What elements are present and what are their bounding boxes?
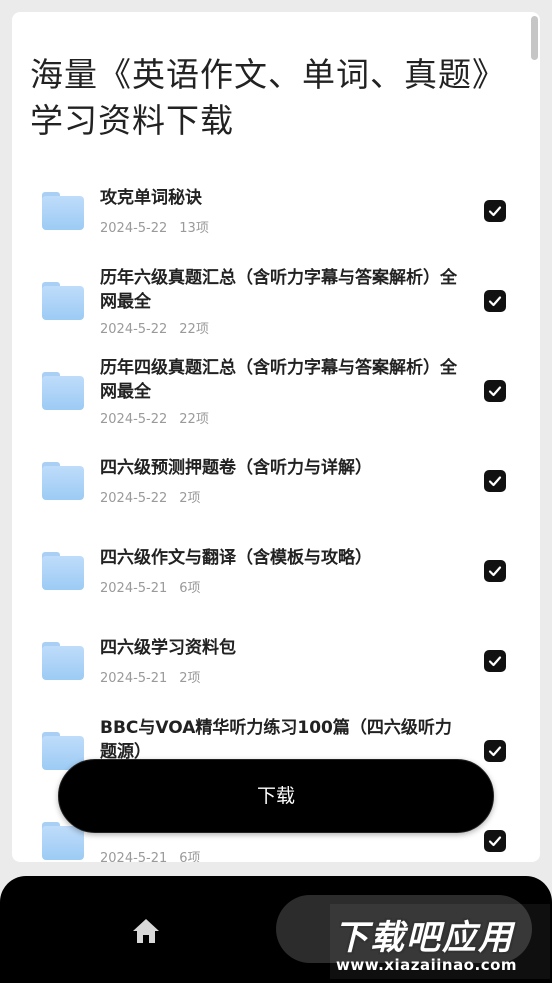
folder-name: 四六级预测押题卷（含听力与详解） bbox=[100, 458, 372, 478]
folder-meta: 2024-5-21 6项 bbox=[100, 581, 201, 596]
checkbox[interactable] bbox=[484, 830, 506, 852]
check-icon bbox=[488, 566, 502, 577]
page-title: 海量《英语作文、单词、真题》学习资料下载 bbox=[30, 55, 506, 140]
download-button[interactable]: 下载 bbox=[58, 759, 494, 833]
folder-name: 四六级学习资料包 bbox=[100, 638, 236, 658]
folder-meta: 2024-5-21 6项 bbox=[100, 851, 201, 862]
watermark-url: www.xiazaiinao.com bbox=[336, 956, 518, 974]
folder-icon bbox=[42, 192, 84, 230]
checkbox[interactable] bbox=[484, 470, 506, 492]
checkbox[interactable] bbox=[484, 650, 506, 672]
check-icon bbox=[488, 836, 502, 847]
folder-meta: 2024-5-22 2项 bbox=[100, 491, 201, 506]
folder-icon bbox=[42, 282, 84, 320]
folder-meta: 2024-5-22 22项 bbox=[100, 322, 209, 337]
folder-icon bbox=[42, 642, 84, 680]
checkbox[interactable] bbox=[484, 380, 506, 402]
check-icon bbox=[488, 476, 502, 487]
folder-meta: 2024-5-21 2项 bbox=[100, 671, 201, 686]
list-item[interactable]: 历年四级真题汇总（含听力字幕与答案解析）全网最全 2024-5-22 22项 bbox=[12, 346, 540, 436]
folder-meta: 2024-5-22 22项 bbox=[100, 412, 209, 427]
watermark-text: 下载吧应用 bbox=[334, 918, 514, 958]
watermark: 下载吧应用 www.xiazaiinao.com bbox=[330, 904, 550, 979]
check-icon bbox=[488, 386, 502, 397]
checkbox[interactable] bbox=[484, 200, 506, 222]
list-item[interactable]: 攻克单词秘诀 2024-5-22 13项 bbox=[12, 166, 540, 256]
list-item[interactable]: 历年六级真题汇总（含听力字幕与答案解析）全网最全 2024-5-22 22项 bbox=[12, 256, 540, 346]
list-item[interactable]: 四六级学习资料包 2024-5-21 2项 bbox=[12, 616, 540, 706]
checkbox[interactable] bbox=[484, 560, 506, 582]
list-item[interactable]: 四六级作文与翻译（含模板与攻略） 2024-5-21 6项 bbox=[12, 526, 540, 616]
folder-meta: 2024-5-22 13项 bbox=[100, 221, 209, 236]
check-icon bbox=[488, 296, 502, 307]
folder-name: 攻克单词秘诀 bbox=[100, 188, 202, 208]
folder-name: 四六级作文与翻译（含模板与攻略） bbox=[100, 548, 372, 568]
checkbox[interactable] bbox=[484, 290, 506, 312]
check-icon bbox=[488, 746, 502, 757]
check-icon bbox=[488, 656, 502, 667]
scrollbar-thumb[interactable] bbox=[531, 16, 538, 60]
folder-name: BBC与VOA精华听力练习100篇（四六级听力题源） bbox=[100, 718, 452, 762]
folder-name: 历年四级真题汇总（含听力字幕与答案解析）全网最全 bbox=[100, 358, 457, 402]
list-item[interactable]: 四六级预测押题卷（含听力与详解） 2024-5-22 2项 bbox=[12, 436, 540, 526]
folder-icon bbox=[42, 372, 84, 410]
checkbox[interactable] bbox=[484, 740, 506, 762]
file-list-card: 海量《英语作文、单词、真题》学习资料下载 攻克单词秘诀 2024-5-22 13项… bbox=[12, 12, 540, 862]
folder-icon bbox=[42, 462, 84, 500]
home-icon[interactable] bbox=[130, 916, 162, 946]
check-icon bbox=[488, 206, 502, 217]
folder-name: 历年六级真题汇总（含听力字幕与答案解析）全网最全 bbox=[100, 268, 457, 312]
folder-icon bbox=[42, 552, 84, 590]
